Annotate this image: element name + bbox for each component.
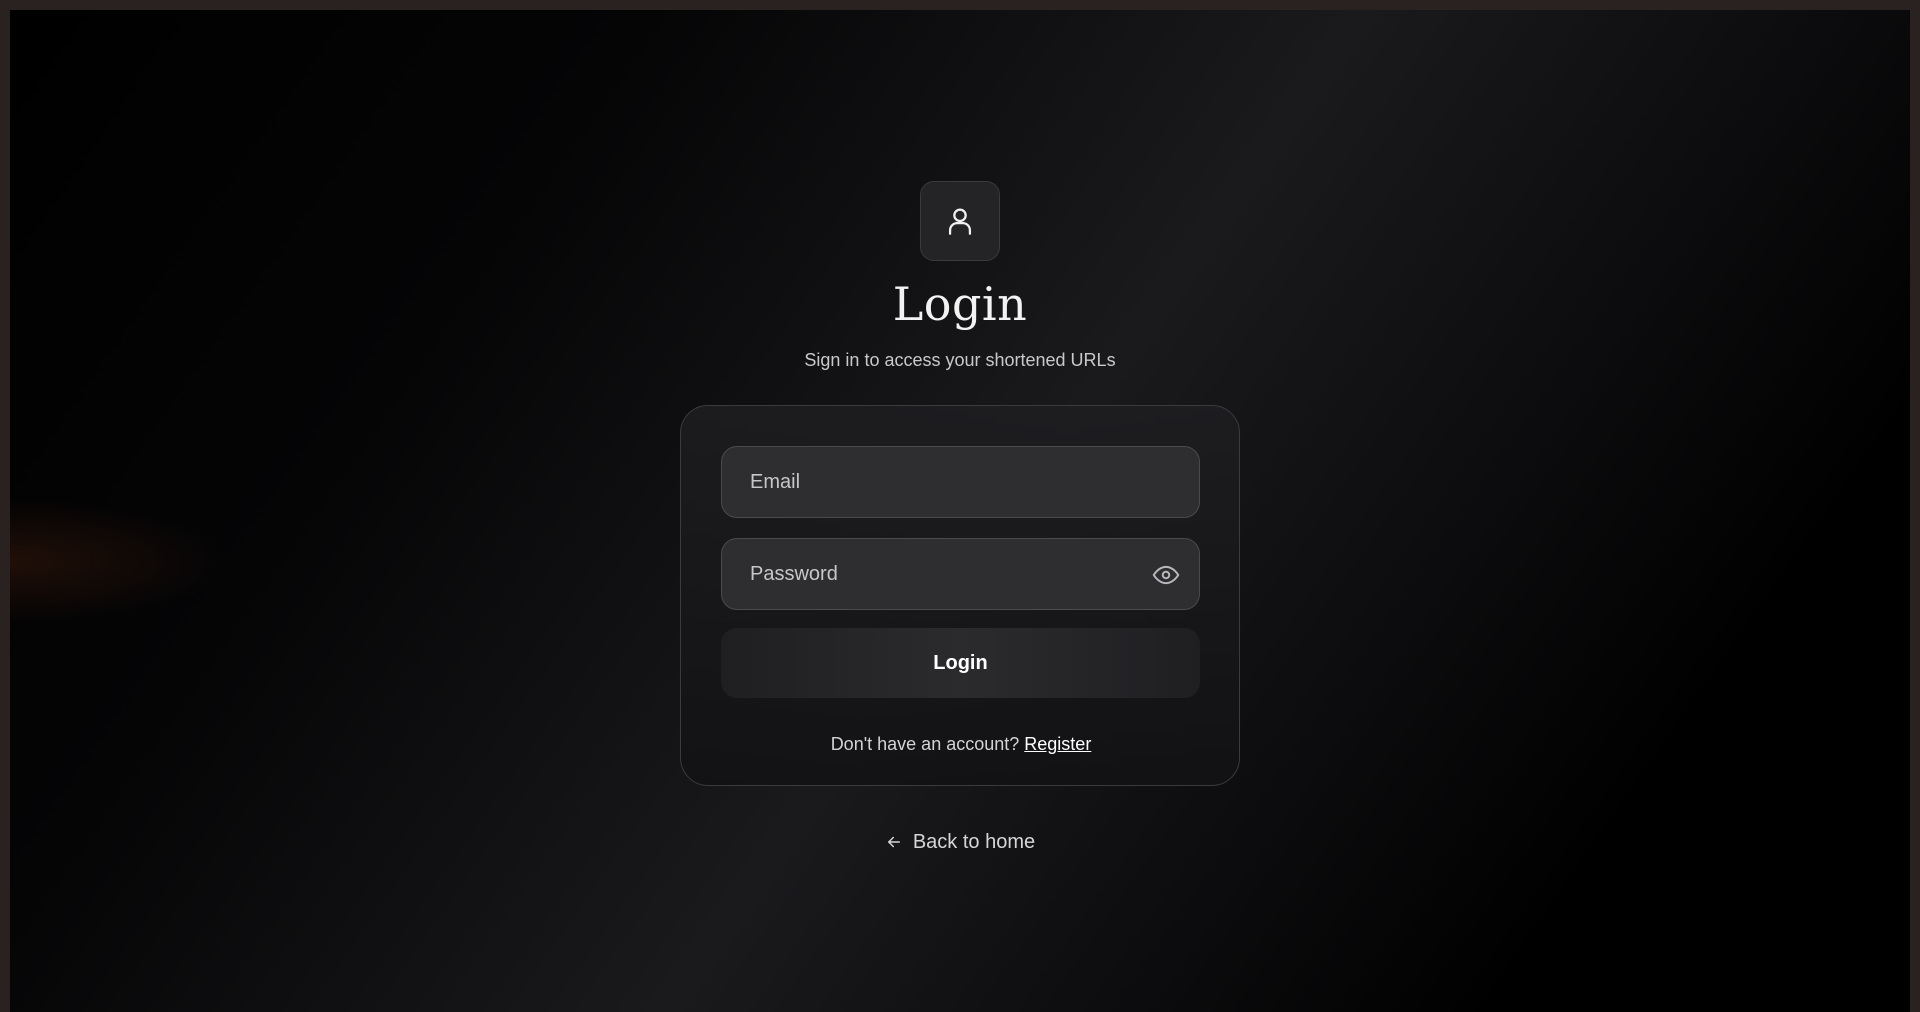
login-card: Email Password Login Don't have an accou… [680,405,1240,786]
page-subtitle: Sign in to access your shortened URLs [804,350,1116,370]
login-button[interactable]: Login [721,628,1200,698]
eye-icon[interactable] [1151,560,1181,590]
email-placeholder: Email [750,470,801,493]
register-prompt: Don't have an account? [830,734,1020,754]
user-avatar-badge [920,181,1000,261]
page-title: Login [892,277,1028,331]
email-field[interactable]: Email [721,446,1200,518]
user-icon [948,208,972,235]
password-field[interactable]: Password [721,538,1200,610]
password-placeholder: Password [750,562,838,585]
register-link[interactable]: Register [1024,734,1091,754]
register-prompt-line: Don't have an account? Register [681,732,1241,756]
back-to-home-link[interactable]: Back to home [10,829,1910,855]
arrow-left-icon [887,836,900,848]
back-to-home-label: Back to home [912,831,1036,853]
login-page: Login Sign in to access your shortened U… [10,10,1910,1012]
